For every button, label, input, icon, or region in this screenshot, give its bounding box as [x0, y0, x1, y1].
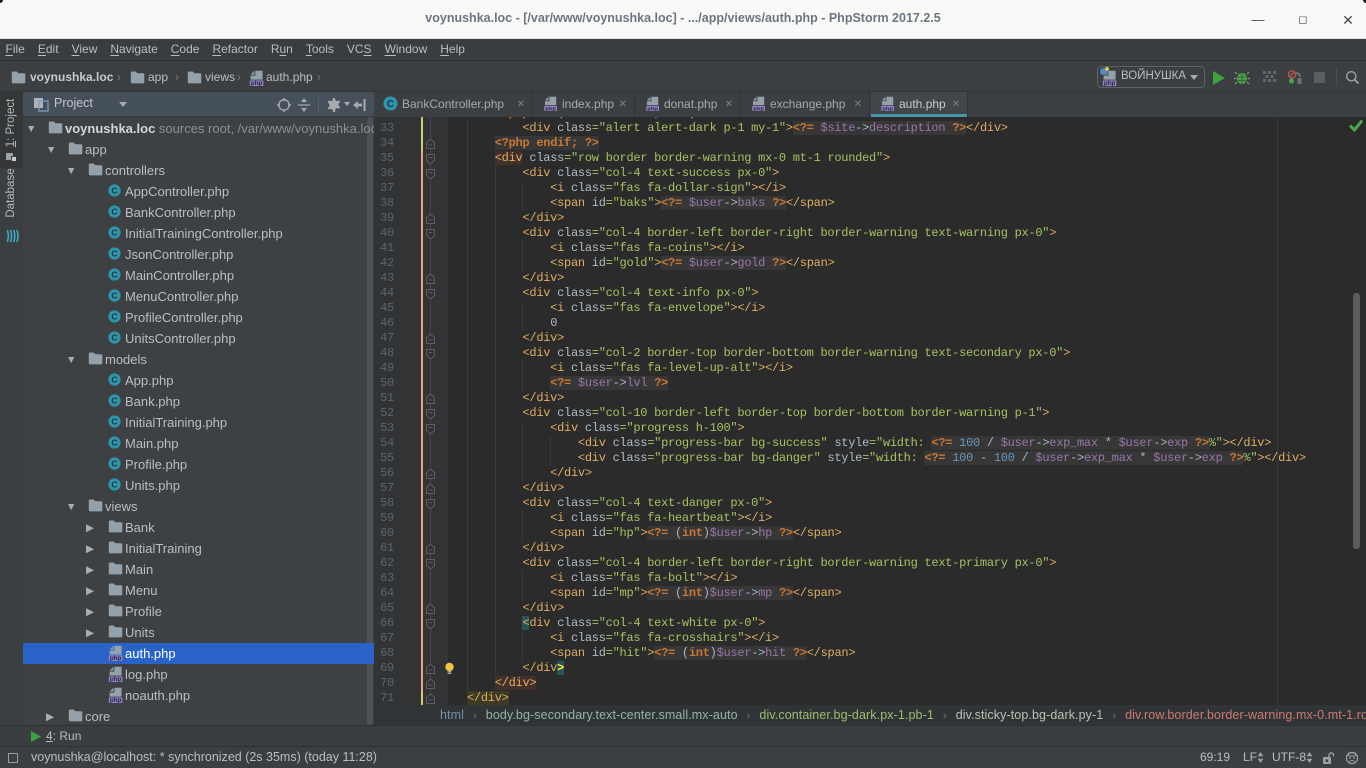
svg-text:C: C [387, 99, 394, 110]
svg-text:C: C [111, 312, 117, 322]
svg-text:C: C [111, 333, 117, 343]
svg-text:C: C [111, 396, 117, 406]
svg-text:C: C [111, 438, 117, 448]
svg-text:C: C [111, 291, 117, 301]
svg-text:C: C [111, 459, 117, 469]
svg-text:php: php [110, 655, 122, 661]
svg-text:C: C [111, 186, 117, 196]
svg-text:C: C [111, 249, 117, 259]
svg-text:C: C [111, 228, 117, 238]
svg-text:php: php [647, 106, 658, 111]
svg-text:C: C [111, 270, 117, 280]
svg-text:php: php [110, 697, 122, 703]
svg-text:C: C [111, 375, 117, 385]
svg-text:php: php [251, 80, 263, 86]
svg-text:C: C [111, 480, 117, 490]
svg-text:C: C [111, 417, 117, 427]
svg-text:php: php [753, 106, 764, 111]
svg-text:php: php [110, 676, 122, 682]
svg-text:C: C [111, 207, 117, 217]
svg-text:php: php [545, 106, 556, 111]
svg-text:php: php [1104, 80, 1116, 86]
svg-text:php: php [882, 106, 893, 111]
